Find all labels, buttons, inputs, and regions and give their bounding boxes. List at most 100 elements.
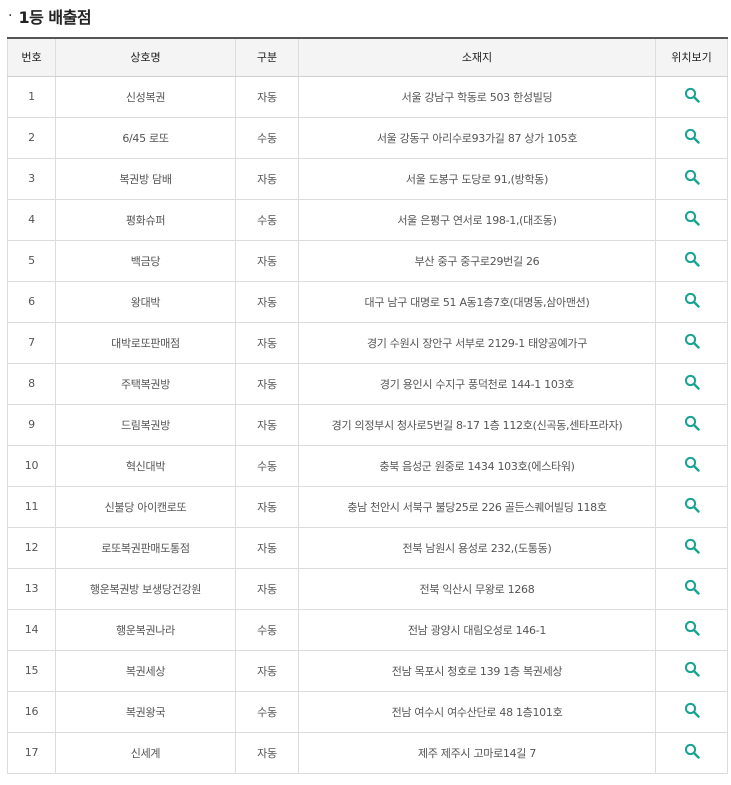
cell-location [655, 568, 728, 610]
cell-address: 경기 수원시 장안구 서부로 2129-1 태양공예가구 [298, 322, 656, 364]
search-icon[interactable] [684, 169, 700, 185]
cell-store-name: 복권세상 [55, 650, 236, 692]
cell-address: 서울 은평구 연서로 198-1,(대조동) [298, 199, 656, 241]
table-row: 17 신세계 자동 제주 제주시 고마로14길 7 [7, 732, 728, 774]
search-icon[interactable] [684, 661, 700, 677]
cell-store-name: 신세계 [55, 732, 236, 774]
section-heading: · 1등 배출점 [8, 3, 92, 29]
col-header-name: 상호명 [55, 37, 236, 77]
cell-address: 서울 강동구 아리수로93가길 87 상가 105호 [298, 117, 656, 159]
search-icon[interactable] [684, 374, 700, 390]
table-row: 6 왕대박 자동 대구 남구 대명로 51 A동1층7호(대명동,삼아맨션) [7, 281, 728, 323]
cell-no: 2 [7, 117, 56, 159]
cell-no: 16 [7, 691, 56, 733]
cell-store-name: 대박로또판매점 [55, 322, 236, 364]
cell-store-name: 로또복권판매도통점 [55, 527, 236, 569]
cell-no: 5 [7, 240, 56, 282]
search-icon[interactable] [684, 210, 700, 226]
cell-store-name: 왕대박 [55, 281, 236, 323]
cell-type: 자동 [235, 650, 299, 692]
col-header-location: 위치보기 [655, 37, 728, 77]
cell-store-name: 복권방 담배 [55, 158, 236, 200]
table-row: 11 신불당 아이캔로또 자동 충남 천안시 서북구 불당25로 226 골든스퀘어빌… [7, 486, 728, 528]
cell-no: 14 [7, 609, 56, 651]
cell-address: 제주 제주시 고마로14길 7 [298, 732, 656, 774]
cell-address: 부산 중구 중구로29번길 26 [298, 240, 656, 282]
search-icon[interactable] [684, 497, 700, 513]
cell-store-name: 주택복권방 [55, 363, 236, 405]
cell-address: 충북 음성군 원중로 1434 103호(에스타워) [298, 445, 656, 487]
cell-store-name: 행운복권나라 [55, 609, 236, 651]
table-row: 5 백금당 자동 부산 중구 중구로29번길 26 [7, 240, 728, 282]
cell-location [655, 240, 728, 282]
cell-location [655, 363, 728, 405]
cell-address: 서울 도봉구 도당로 91,(방학동) [298, 158, 656, 200]
search-icon[interactable] [684, 415, 700, 431]
col-header-no: 번호 [7, 37, 56, 77]
table-row: 1 신성복권 자동 서울 강남구 학동로 503 한성빌딩 [7, 76, 728, 118]
cell-store-name: 복권왕국 [55, 691, 236, 733]
cell-type: 자동 [235, 527, 299, 569]
cell-no: 17 [7, 732, 56, 774]
cell-location [655, 486, 728, 528]
cell-store-name: 혁신대박 [55, 445, 236, 487]
cell-address: 경기 의정부시 청사로5번길 8-17 1층 112호(신곡동,센타프라자) [298, 404, 656, 446]
cell-type: 수동 [235, 609, 299, 651]
cell-address: 전남 광양시 대림오성로 146-1 [298, 609, 656, 651]
search-icon[interactable] [684, 87, 700, 103]
col-header-address: 소재지 [298, 37, 656, 77]
search-icon[interactable] [684, 292, 700, 308]
cell-type: 자동 [235, 240, 299, 282]
cell-no: 13 [7, 568, 56, 610]
cell-address: 전북 남원시 용성로 232,(도통동) [298, 527, 656, 569]
cell-no: 12 [7, 527, 56, 569]
cell-location [655, 199, 728, 241]
cell-location [655, 445, 728, 487]
table-row: 15 복권세상 자동 전남 목포시 청호로 139 1층 복권세상 [7, 650, 728, 692]
cell-store-name: 6/45 로또 [55, 117, 236, 159]
search-icon[interactable] [684, 579, 700, 595]
cell-location [655, 404, 728, 446]
search-icon[interactable] [684, 620, 700, 636]
table-row: 8 주택복권방 자동 경기 용인시 수지구 풍덕천로 144-1 103호 [7, 363, 728, 405]
search-icon[interactable] [684, 128, 700, 144]
cell-type: 수동 [235, 199, 299, 241]
cell-address: 전북 익산시 무왕로 1268 [298, 568, 656, 610]
winners-table: 번호 상호명 구분 소재지 위치보기 1 신성복권 자동 서울 강남구 학동로 503… [7, 37, 728, 774]
cell-location [655, 117, 728, 159]
cell-type: 자동 [235, 322, 299, 364]
table-row: 10 혁신대박 수동 충북 음성군 원중로 1434 103호(에스타워) [7, 445, 728, 487]
cell-no: 1 [7, 76, 56, 118]
search-icon[interactable] [684, 333, 700, 349]
col-header-type: 구분 [235, 37, 299, 77]
cell-no: 10 [7, 445, 56, 487]
cell-address: 대구 남구 대명로 51 A동1층7호(대명동,삼아맨션) [298, 281, 656, 323]
cell-no: 8 [7, 363, 56, 405]
cell-location [655, 732, 728, 774]
search-icon[interactable] [684, 251, 700, 267]
cell-no: 11 [7, 486, 56, 528]
search-icon[interactable] [684, 702, 700, 718]
table-row: 7 대박로또판매점 자동 경기 수원시 장안구 서부로 2129-1 태양공예가구 [7, 322, 728, 364]
cell-location [655, 158, 728, 200]
search-icon[interactable] [684, 743, 700, 759]
cell-location [655, 281, 728, 323]
cell-no: 15 [7, 650, 56, 692]
search-icon[interactable] [684, 456, 700, 472]
cell-type: 수동 [235, 445, 299, 487]
table-header-row: 번호 상호명 구분 소재지 위치보기 [7, 37, 728, 77]
cell-location [655, 322, 728, 364]
cell-store-name: 드림복권방 [55, 404, 236, 446]
table-row: 14 행운복권나라 수동 전남 광양시 대림오성로 146-1 [7, 609, 728, 651]
search-icon[interactable] [684, 538, 700, 554]
cell-store-name: 행운복권방 보생당건강원 [55, 568, 236, 610]
cell-store-name: 백금당 [55, 240, 236, 282]
cell-address: 전남 여수시 여수산단로 48 1층101호 [298, 691, 656, 733]
cell-type: 자동 [235, 404, 299, 446]
cell-no: 4 [7, 199, 56, 241]
cell-type: 자동 [235, 732, 299, 774]
cell-store-name: 신성복권 [55, 76, 236, 118]
table-body: 1 신성복권 자동 서울 강남구 학동로 503 한성빌딩 2 6/45 로또수동 서울 강… [7, 76, 728, 774]
cell-no: 6 [7, 281, 56, 323]
cell-address: 충남 천안시 서북구 불당25로 226 골든스퀘어빌딩 118호 [298, 486, 656, 528]
